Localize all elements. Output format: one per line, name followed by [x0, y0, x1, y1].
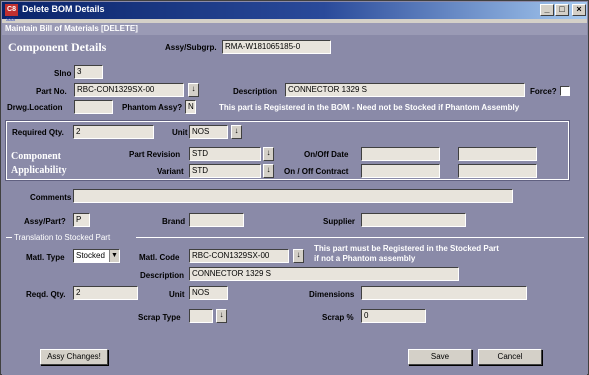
close-button[interactable]: ×	[572, 4, 586, 16]
brand-label: Brand	[162, 217, 186, 226]
scrap-type-label: Scrap Type	[138, 313, 181, 322]
part-no-field[interactable]: RBC-CON1329SX-00	[74, 83, 184, 97]
translation-divider-left	[6, 237, 12, 238]
assy-changes-button[interactable]: Assy Changes!	[40, 349, 108, 365]
minimize-button[interactable]: _	[540, 4, 554, 16]
window-title: Delete BOM Details	[22, 4, 105, 14]
assy-part-field[interactable]: P	[73, 213, 90, 227]
onoff-date-label: On/Off Date	[304, 150, 349, 159]
part-revision-dropdown-icon[interactable]: ↓	[263, 147, 274, 161]
scrap-type-dropdown-icon[interactable]: ↓	[216, 309, 227, 323]
assy-subgrp-label: Assy/Subgrp.	[165, 43, 217, 52]
translation-unit-label: Unit	[169, 290, 185, 299]
part-revision-field[interactable]: STD	[189, 147, 261, 161]
on-date-field[interactable]	[361, 147, 440, 161]
matl-type-value: Stocked	[76, 251, 105, 260]
drwg-location-label: Drwg.Location	[7, 103, 63, 112]
unit-dropdown-icon[interactable]: ↓	[231, 125, 242, 139]
translation-description-label: Description	[140, 271, 185, 280]
save-button[interactable]: Save	[408, 349, 472, 365]
variant-field[interactable]: STD	[189, 164, 261, 178]
app-icon: C8	[5, 4, 18, 16]
supplier-field[interactable]	[361, 213, 466, 227]
bom-form: Component Details Assy/Subgrp. RMA-W1810…	[2, 35, 587, 375]
brand-field[interactable]	[189, 213, 244, 227]
stocked-note-line1: This part must be Registered in the Stoc…	[314, 244, 499, 253]
variant-label: Variant	[157, 167, 184, 176]
reqd-qty-label: Reqd. Qty.	[26, 290, 66, 299]
matl-code-label: Matl. Code	[139, 253, 180, 262]
required-qty-field[interactable]: 2	[73, 125, 154, 139]
assy-subgrp-field[interactable]: RMA-W181065185-0	[222, 40, 331, 54]
scrap-pct-field[interactable]: 0	[361, 309, 426, 323]
scrap-type-field[interactable]	[189, 309, 213, 323]
translation-section-label: Translation to Stocked Part	[14, 233, 111, 242]
variant-dropdown-icon[interactable]: ↓	[263, 164, 274, 178]
off-contract-field[interactable]	[458, 164, 537, 178]
supplier-label: Supplier	[323, 217, 356, 226]
phantom-note: This part is Registered in the BOM - Nee…	[219, 103, 520, 112]
component-details-heading: Component Details	[8, 40, 107, 54]
matl-type-select[interactable]: Stocked ▼	[73, 249, 120, 263]
maximize-button[interactable]: □	[555, 4, 569, 16]
force-checkbox[interactable]	[560, 86, 570, 96]
matl-type-arrow-icon[interactable]: ▼	[109, 250, 119, 262]
phantom-assy-field[interactable]: N	[185, 100, 196, 114]
matl-type-label: Matl. Type	[26, 253, 65, 262]
comments-label: Comments	[30, 193, 72, 202]
unit-label: Unit	[172, 128, 188, 137]
part-no-label: Part No.	[36, 87, 67, 96]
title-bar[interactable]: C8 Delete BOM Details _ □ ×	[2, 2, 587, 19]
part-revision-label: Part Revision	[129, 150, 181, 159]
comments-field[interactable]	[73, 189, 513, 203]
description-label: Description	[233, 87, 278, 96]
cancel-button[interactable]: Cancel	[478, 349, 542, 365]
applicability-heading-2: Applicability	[11, 165, 67, 176]
matl-code-dropdown-icon[interactable]: ↓	[293, 249, 304, 263]
dimensions-label: Dimensions	[309, 290, 355, 299]
translation-divider-right	[136, 237, 584, 238]
unit-field[interactable]: NOS	[189, 125, 228, 139]
scrap-pct-label: Scrap %	[322, 313, 354, 322]
stocked-note-line2: if not a Phantom assembly	[314, 254, 416, 263]
reqd-qty-field[interactable]: 2	[73, 286, 138, 300]
phantom-assy-label: Phantom Assy?	[122, 103, 183, 112]
on-contract-field[interactable]	[361, 164, 440, 178]
form-subheader: Maintain Bill of Materials [DELETE]	[2, 23, 587, 35]
description-field[interactable]: CONNECTOR 1329 S	[285, 83, 525, 97]
matl-code-field[interactable]: RBC-CON1329SX-00	[189, 249, 289, 263]
translation-unit-field[interactable]: NOS	[189, 286, 228, 300]
dimensions-field[interactable]	[361, 286, 527, 300]
part-no-dropdown-icon[interactable]: ↓	[188, 83, 199, 97]
off-date-field[interactable]	[458, 147, 537, 161]
required-qty-label: Required Qty.	[12, 128, 64, 137]
drwg-location-field[interactable]	[74, 100, 113, 114]
applicability-heading-1: Component	[11, 151, 62, 162]
translation-description-field[interactable]: CONNECTOR 1329 S	[189, 267, 459, 281]
assy-part-label: Assy/Part?	[24, 217, 66, 226]
slno-field[interactable]: 3	[74, 65, 103, 79]
app-window: C8 Delete BOM Details _ □ × sss Maintain…	[0, 0, 589, 375]
slno-label: Slno	[54, 69, 72, 78]
force-label: Force?	[530, 87, 557, 96]
onoff-contract-label: On / Off Contract	[284, 167, 349, 176]
